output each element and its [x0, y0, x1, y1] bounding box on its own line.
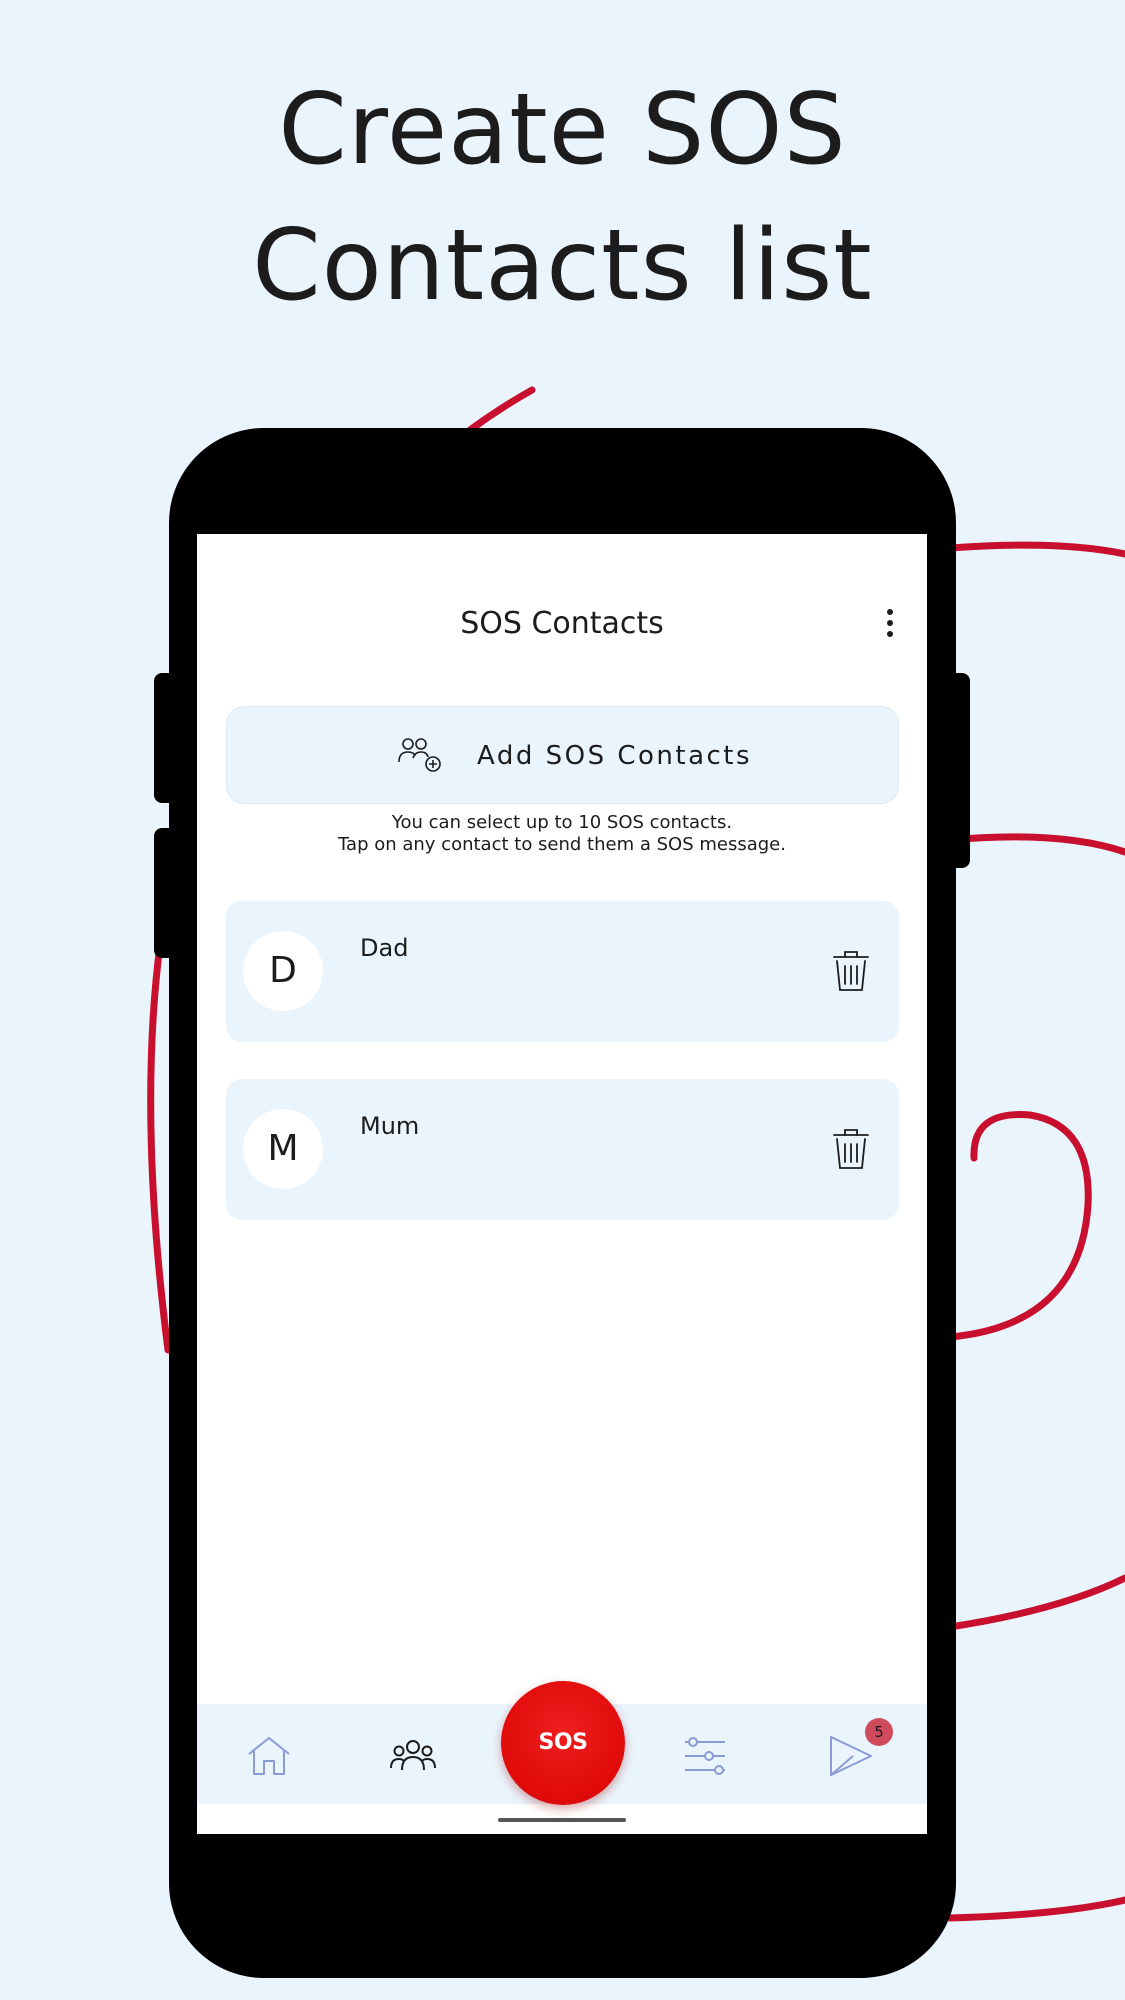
add-people-icon [398, 738, 441, 772]
contacts-icon[interactable] [389, 1734, 437, 1778]
promo-headline-line1: Create SOS [278, 73, 847, 187]
selection-hint: You can select up to 10 SOS contacts. Ta… [197, 812, 927, 856]
app-screen: SOS Contacts Add SOS Contacts You can se… [197, 534, 927, 1834]
avatar: M [243, 1109, 323, 1189]
home-indicator [498, 1818, 626, 1822]
promo-headline: Create SOS Contacts list [0, 62, 1125, 334]
page-title: SOS Contacts [460, 606, 664, 641]
app-header: SOS Contacts [197, 602, 927, 646]
contact-item-dad[interactable]: D Dad [226, 901, 899, 1042]
trash-icon[interactable] [831, 1127, 871, 1171]
add-sos-contacts-button[interactable]: Add SOS Contacts [226, 706, 899, 804]
contact-item-mum[interactable]: M Mum [226, 1079, 899, 1220]
trash-icon[interactable] [831, 949, 871, 993]
home-icon[interactable] [245, 1734, 293, 1778]
avatar: D [243, 931, 323, 1011]
contact-name: Dad [360, 934, 409, 962]
add-sos-contacts-label: Add SOS Contacts [477, 741, 753, 771]
notification-badge: 5 [865, 1718, 893, 1746]
settings-sliders-icon[interactable] [681, 1734, 729, 1778]
sos-button[interactable]: SOS [501, 1681, 625, 1805]
more-vertical-icon[interactable] [875, 606, 905, 646]
selection-hint-line1: You can select up to 10 SOS contacts. [391, 812, 733, 833]
contact-name: Mum [360, 1112, 420, 1140]
selection-hint-line2: Tap on any contact to send them a SOS me… [338, 834, 786, 855]
promo-headline-line2: Contacts list [252, 209, 873, 323]
